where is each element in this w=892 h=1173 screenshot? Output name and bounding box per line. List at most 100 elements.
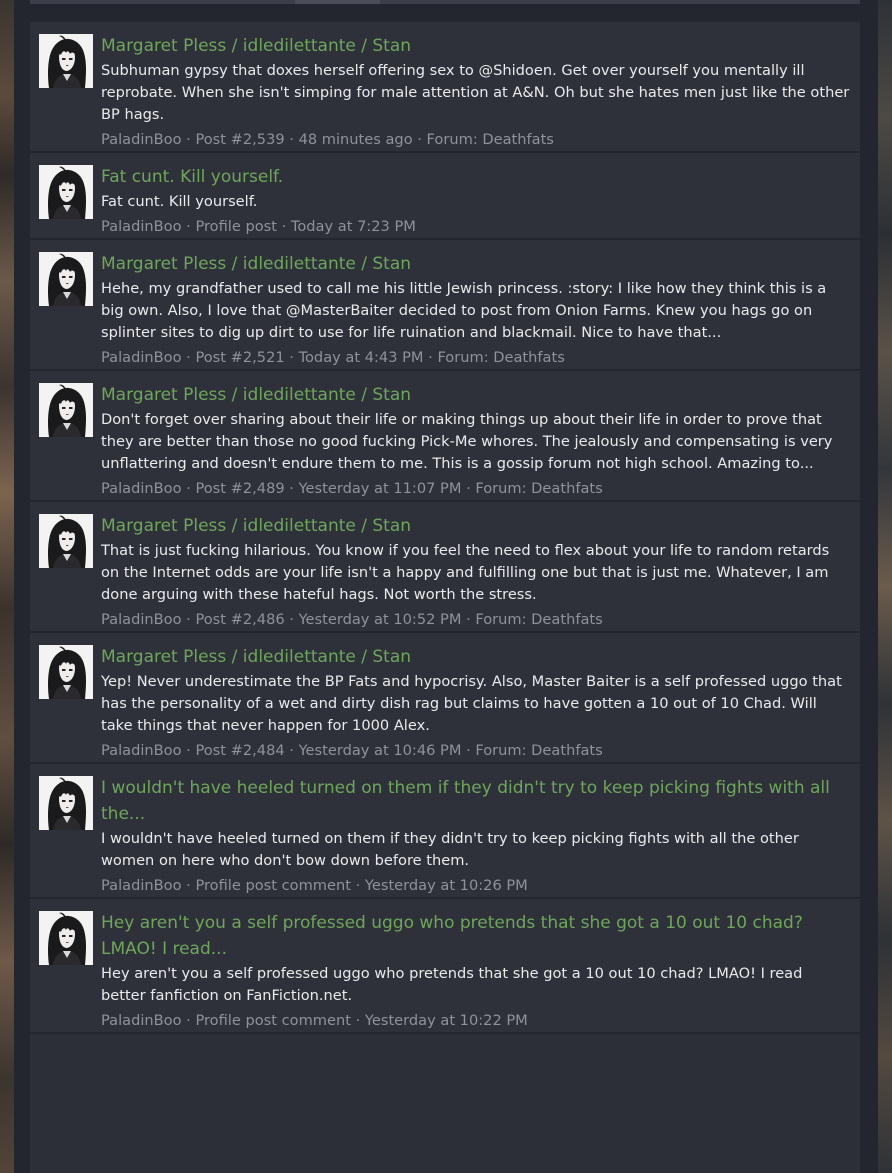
result-timestamp: 48 minutes ago bbox=[298, 131, 413, 148]
result-title-link[interactable]: Margaret Pless / idledilettante / Stan bbox=[101, 644, 850, 670]
meta-separator: · bbox=[461, 742, 476, 759]
meta-separator: · bbox=[181, 349, 196, 366]
avatar-icon bbox=[39, 776, 93, 830]
result-content: Fat cunt. Kill yourself. Fat cunt. Kill … bbox=[101, 153, 860, 238]
user-avatar[interactable] bbox=[39, 34, 93, 88]
background-art-left bbox=[0, 0, 14, 1173]
result-timestamp: Yesterday at 11:07 PM bbox=[298, 480, 462, 497]
result-forum-link[interactable]: Forum: Deathfats bbox=[475, 742, 602, 759]
result-snippet: Don't forget over sharing about their li… bbox=[101, 411, 833, 472]
result-author-link[interactable]: PaladinBoo bbox=[101, 131, 182, 148]
meta-separator: · bbox=[461, 611, 476, 628]
search-results-page: Margaret Pless / idledilettante / Stan S… bbox=[0, 0, 892, 1173]
result-timestamp: Yesterday at 10:22 PM bbox=[364, 1012, 528, 1029]
user-avatar[interactable] bbox=[39, 165, 93, 219]
avatar-icon bbox=[39, 165, 93, 219]
result-timestamp: Today at 4:43 PM bbox=[298, 349, 424, 366]
result-snippet: Hey aren't you a self professed uggo who… bbox=[101, 965, 803, 1004]
search-result-item: Fat cunt. Kill yourself. Fat cunt. Kill … bbox=[30, 153, 860, 240]
search-result-item: Margaret Pless / idledilettante / Stan Y… bbox=[30, 633, 860, 764]
search-result-item: Margaret Pless / idledilettante / Stan H… bbox=[30, 240, 860, 371]
search-result-item: I wouldn't have heeled turned on them if… bbox=[30, 764, 860, 899]
result-title-link[interactable]: Hey aren't you a self professed uggo who… bbox=[101, 910, 850, 962]
avatar-icon bbox=[39, 34, 93, 88]
result-meta: PaladinBoo · Post #2,521 · Today at 4:43… bbox=[101, 347, 850, 369]
search-result-item: Margaret Pless / idledilettante / Stan S… bbox=[30, 22, 860, 153]
search-result-item: Margaret Pless / idledilettante / Stan D… bbox=[30, 371, 860, 502]
result-meta: PaladinBoo · Post #2,539 · 48 minutes ag… bbox=[101, 129, 850, 151]
active-tab-indicator bbox=[295, 0, 380, 4]
result-forum-link[interactable]: Forum: Deathfats bbox=[475, 480, 602, 497]
result-post-detail: Profile post comment bbox=[195, 1012, 351, 1029]
avatar-icon bbox=[39, 252, 93, 306]
result-meta: PaladinBoo · Post #2,486 · Yesterday at … bbox=[101, 609, 850, 631]
result-author-link[interactable]: PaladinBoo bbox=[101, 480, 182, 497]
meta-separator: · bbox=[350, 1012, 365, 1029]
result-post-detail: Post #2,521 bbox=[195, 349, 285, 366]
result-snippet: I wouldn't have heeled turned on them if… bbox=[101, 830, 799, 869]
meta-separator: · bbox=[461, 480, 476, 497]
result-title-link[interactable]: Margaret Pless / idledilettante / Stan bbox=[101, 251, 850, 277]
user-avatar[interactable] bbox=[39, 252, 93, 306]
meta-separator: · bbox=[181, 611, 196, 628]
result-meta: PaladinBoo · Post #2,484 · Yesterday at … bbox=[101, 740, 850, 762]
meta-separator: · bbox=[181, 480, 196, 497]
result-content: Margaret Pless / idledilettante / Stan D… bbox=[101, 371, 860, 500]
result-content: Margaret Pless / idledilettante / Stan H… bbox=[101, 240, 860, 369]
meta-separator: · bbox=[181, 218, 196, 235]
result-forum-link[interactable]: Forum: Deathfats bbox=[475, 611, 602, 628]
result-title-link[interactable]: Margaret Pless / idledilettante / Stan bbox=[101, 382, 850, 408]
meta-separator: · bbox=[284, 480, 299, 497]
result-snippet: Hehe, my grandfather used to call me his… bbox=[101, 280, 827, 341]
meta-separator: · bbox=[284, 742, 299, 759]
search-result-item: Margaret Pless / idledilettante / Stan T… bbox=[30, 502, 860, 633]
search-result-item: Hey aren't you a self professed uggo who… bbox=[30, 899, 860, 1034]
result-author-link[interactable]: PaladinBoo bbox=[101, 611, 182, 628]
result-meta: PaladinBoo · Profile post comment · Yest… bbox=[101, 875, 850, 897]
result-timestamp: Yesterday at 10:46 PM bbox=[298, 742, 462, 759]
meta-separator: · bbox=[284, 611, 299, 628]
result-title-link[interactable]: Fat cunt. Kill yourself. bbox=[101, 164, 850, 190]
result-post-detail: Post #2,486 bbox=[195, 611, 285, 628]
result-title-link[interactable]: Margaret Pless / idledilettante / Stan bbox=[101, 513, 850, 539]
result-meta: PaladinBoo · Profile post · Today at 7:2… bbox=[101, 216, 850, 238]
result-timestamp: Yesterday at 10:52 PM bbox=[298, 611, 462, 628]
result-post-detail: Post #2,489 bbox=[195, 480, 285, 497]
result-post-detail: Profile post bbox=[195, 218, 277, 235]
meta-separator: · bbox=[181, 1012, 196, 1029]
user-avatar[interactable] bbox=[39, 645, 93, 699]
meta-separator: · bbox=[181, 131, 196, 148]
result-content: Margaret Pless / idledilettante / Stan S… bbox=[101, 22, 860, 151]
meta-separator: · bbox=[284, 349, 299, 366]
meta-separator: · bbox=[181, 877, 196, 894]
user-avatar[interactable] bbox=[39, 776, 93, 830]
result-title-link[interactable]: Margaret Pless / idledilettante / Stan bbox=[101, 33, 850, 59]
meta-separator: · bbox=[350, 877, 365, 894]
result-meta: PaladinBoo · Profile post comment · Yest… bbox=[101, 1010, 850, 1032]
result-title-link[interactable]: I wouldn't have heeled turned on them if… bbox=[101, 775, 850, 827]
result-author-link[interactable]: PaladinBoo bbox=[101, 742, 182, 759]
result-content: Hey aren't you a self professed uggo who… bbox=[101, 899, 860, 1032]
result-post-detail: Profile post comment bbox=[195, 877, 351, 894]
result-meta: PaladinBoo · Post #2,489 · Yesterday at … bbox=[101, 478, 850, 500]
result-timestamp: Today at 7:23 PM bbox=[290, 218, 416, 235]
result-forum-link[interactable]: Forum: Deathfats bbox=[427, 131, 554, 148]
avatar-icon bbox=[39, 645, 93, 699]
top-tab-strip bbox=[30, 0, 860, 4]
result-post-detail: Post #2,484 bbox=[195, 742, 285, 759]
result-author-link[interactable]: PaladinBoo bbox=[101, 1012, 182, 1029]
avatar-icon bbox=[39, 514, 93, 568]
user-avatar[interactable] bbox=[39, 911, 93, 965]
result-snippet: Subhuman gypsy that doxes herself offeri… bbox=[101, 62, 850, 123]
result-author-link[interactable]: PaladinBoo bbox=[101, 349, 182, 366]
result-forum-link[interactable]: Forum: Deathfats bbox=[437, 349, 564, 366]
meta-separator: · bbox=[412, 131, 427, 148]
result-content: I wouldn't have heeled turned on them if… bbox=[101, 764, 860, 897]
result-author-link[interactable]: PaladinBoo bbox=[101, 877, 182, 894]
result-snippet: That is just fucking hilarious. You know… bbox=[101, 542, 830, 603]
user-avatar[interactable] bbox=[39, 383, 93, 437]
meta-separator: · bbox=[423, 349, 438, 366]
user-avatar[interactable] bbox=[39, 514, 93, 568]
result-post-detail: Post #2,539 bbox=[195, 131, 285, 148]
result-author-link[interactable]: PaladinBoo bbox=[101, 218, 182, 235]
